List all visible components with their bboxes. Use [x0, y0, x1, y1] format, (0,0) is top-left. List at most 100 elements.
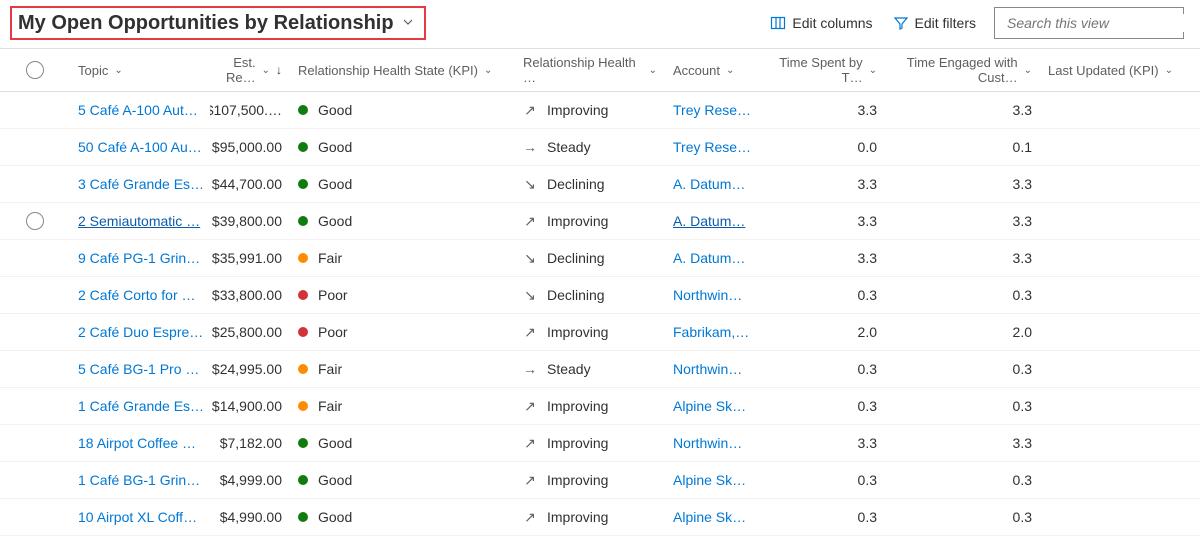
- health-label: Good: [318, 102, 352, 118]
- account-link[interactable]: A. Datum…: [673, 213, 745, 229]
- col-header-est[interactable]: Est. Re… ⌄ ↓: [210, 55, 290, 85]
- health-dot-icon: [298, 364, 308, 374]
- cell-trend: ↗Improving: [515, 398, 665, 415]
- col-header-label: Time Engaged with Cust…: [893, 55, 1018, 85]
- radio-icon: [26, 61, 44, 79]
- health-label: Good: [318, 139, 352, 155]
- cell-trend: ↘Declining: [515, 176, 665, 193]
- account-link[interactable]: Northwin…: [673, 435, 742, 451]
- health-dot-icon: [298, 401, 308, 411]
- account-link[interactable]: A. Datum…: [673, 176, 745, 192]
- table-row[interactable]: 18 Airpot Coffee …$7,182.00Good↗Improvin…: [0, 425, 1200, 462]
- table-row[interactable]: 9 Café PG-1 Grin…$35,991.00Fair↘Declinin…: [0, 240, 1200, 277]
- view-selector[interactable]: My Open Opportunities by Relationship: [10, 6, 426, 40]
- cell-health: Good: [290, 472, 515, 488]
- cell-account: Trey Rese…: [665, 102, 770, 118]
- trend-arrow-icon: ↗: [523, 509, 537, 526]
- col-header-label: Account: [673, 63, 720, 78]
- col-header-health[interactable]: Relationship Health State (KPI) ⌄: [290, 63, 515, 78]
- health-label: Poor: [318, 324, 348, 340]
- account-link[interactable]: Trey Rese…: [673, 102, 751, 118]
- chevron-down-icon: ⌄: [484, 65, 492, 76]
- topic-link[interactable]: 2 Café Corto for …: [78, 287, 196, 303]
- account-link[interactable]: A. Datum…: [673, 250, 745, 266]
- account-link[interactable]: Alpine Sk…: [673, 509, 746, 525]
- col-header-account[interactable]: Account ⌄: [665, 63, 770, 78]
- table-row[interactable]: 5 Café A-100 Aut…$107,500.…Good↗Improvin…: [0, 92, 1200, 129]
- trend-label: Declining: [547, 250, 605, 266]
- cell-topic: 10 Airpot XL Coff…: [70, 509, 210, 525]
- edit-filters-button[interactable]: Edit filters: [883, 11, 986, 35]
- col-header-updated[interactable]: Last Updated (KPI) ⌄: [1040, 63, 1190, 78]
- cell-trend: ↘Declining: [515, 287, 665, 304]
- topic-link[interactable]: 5 Café BG-1 Pro …: [78, 361, 199, 377]
- account-link[interactable]: Alpine Sk…: [673, 472, 746, 488]
- chevron-down-icon: ⌄: [114, 65, 122, 76]
- col-header-label: Topic: [78, 63, 108, 78]
- table-row[interactable]: 2 Café Corto for …$33,800.00Poor↘Declini…: [0, 277, 1200, 314]
- account-link[interactable]: Northwin…: [673, 361, 742, 377]
- account-link[interactable]: Trey Rese…: [673, 139, 751, 155]
- col-header-label: Relationship Health State (KPI): [298, 63, 478, 78]
- account-link[interactable]: Alpine Sk…: [673, 398, 746, 414]
- topic-link[interactable]: 1 Café BG-1 Grin…: [78, 472, 200, 488]
- cell-time-spent: 0.3: [770, 472, 885, 488]
- cell-time-engaged: 0.3: [885, 472, 1040, 488]
- table-row[interactable]: 2 Café Duo Espre…$25,800.00Poor↗Improvin…: [0, 314, 1200, 351]
- col-header-time2[interactable]: Time Engaged with Cust… ⌄: [885, 55, 1040, 85]
- trend-arrow-icon: ↗: [523, 102, 537, 119]
- health-dot-icon: [298, 512, 308, 522]
- cell-account: Northwin…: [665, 287, 770, 303]
- topic-link[interactable]: 3 Café Grande Es…: [78, 176, 204, 192]
- search-box[interactable]: [994, 7, 1184, 39]
- table-row[interactable]: 50 Café A-100 Au…$95,000.00Good→SteadyTr…: [0, 129, 1200, 166]
- table-row[interactable]: 1 Café Grande Es…$14,900.00Fair↗Improvin…: [0, 388, 1200, 425]
- topic-link[interactable]: 2 Semiautomatic …: [78, 213, 200, 229]
- table-row[interactable]: 3 Café Grande Es…$44,700.00Good↘Declinin…: [0, 166, 1200, 203]
- topic-link[interactable]: 10 Airpot XL Coff…: [78, 509, 197, 525]
- account-link[interactable]: Fabrikam,…: [673, 324, 749, 340]
- topic-link[interactable]: 50 Café A-100 Au…: [78, 139, 202, 155]
- health-label: Good: [318, 435, 352, 451]
- table-row[interactable]: 10 Airpot XL Coff…$4,990.00Good↗Improvin…: [0, 499, 1200, 536]
- cell-health: Good: [290, 102, 515, 118]
- topic-link[interactable]: 1 Café Grande Es…: [78, 398, 204, 414]
- search-input[interactable]: [1005, 14, 1191, 32]
- cell-topic: 5 Café A-100 Aut…: [70, 102, 210, 118]
- topic-link[interactable]: 9 Café PG-1 Grin…: [78, 250, 200, 266]
- account-link[interactable]: Northwin…: [673, 287, 742, 303]
- topic-link[interactable]: 2 Café Duo Espre…: [78, 324, 203, 340]
- trend-arrow-icon: ↗: [523, 435, 537, 452]
- trend-label: Declining: [547, 287, 605, 303]
- select-all[interactable]: [0, 61, 70, 79]
- col-header-topic[interactable]: Topic ⌄: [70, 63, 210, 78]
- edit-columns-button[interactable]: Edit columns: [760, 11, 882, 35]
- row-select[interactable]: [0, 212, 70, 230]
- cell-time-engaged: 0.3: [885, 287, 1040, 303]
- cell-time-spent: 3.3: [770, 102, 885, 118]
- topic-link[interactable]: 18 Airpot Coffee …: [78, 435, 196, 451]
- cell-health: Good: [290, 139, 515, 155]
- view-title: My Open Opportunities by Relationship: [18, 12, 394, 35]
- cell-time-engaged: 0.3: [885, 361, 1040, 377]
- trend-label: Steady: [547, 361, 591, 377]
- health-label: Good: [318, 176, 352, 192]
- health-dot-icon: [298, 142, 308, 152]
- cell-health: Fair: [290, 361, 515, 377]
- health-dot-icon: [298, 253, 308, 263]
- table-row[interactable]: 2 Semiautomatic …$39,800.00Good↗Improvin…: [0, 203, 1200, 240]
- chevron-down-icon: ⌄: [649, 65, 657, 76]
- col-header-label: Est. Re…: [218, 55, 256, 85]
- trend-arrow-icon: →: [523, 361, 537, 377]
- col-header-trend[interactable]: Relationship Health … ⌄: [515, 55, 665, 85]
- chevron-down-icon: ⌄: [262, 65, 270, 76]
- trend-label: Improving: [547, 102, 608, 118]
- trend-arrow-icon: ↘: [523, 176, 537, 193]
- health-label: Good: [318, 213, 352, 229]
- table-row[interactable]: 5 Café BG-1 Pro …$24,995.00Fair→SteadyNo…: [0, 351, 1200, 388]
- cell-trend: ↗Improving: [515, 324, 665, 341]
- table-row[interactable]: 1 Café BG-1 Grin…$4,999.00Good↗Improving…: [0, 462, 1200, 499]
- topic-link[interactable]: 5 Café A-100 Aut…: [78, 102, 198, 118]
- col-header-time1[interactable]: Time Spent by T… ⌄: [770, 55, 885, 85]
- cell-time-spent: 3.3: [770, 213, 885, 229]
